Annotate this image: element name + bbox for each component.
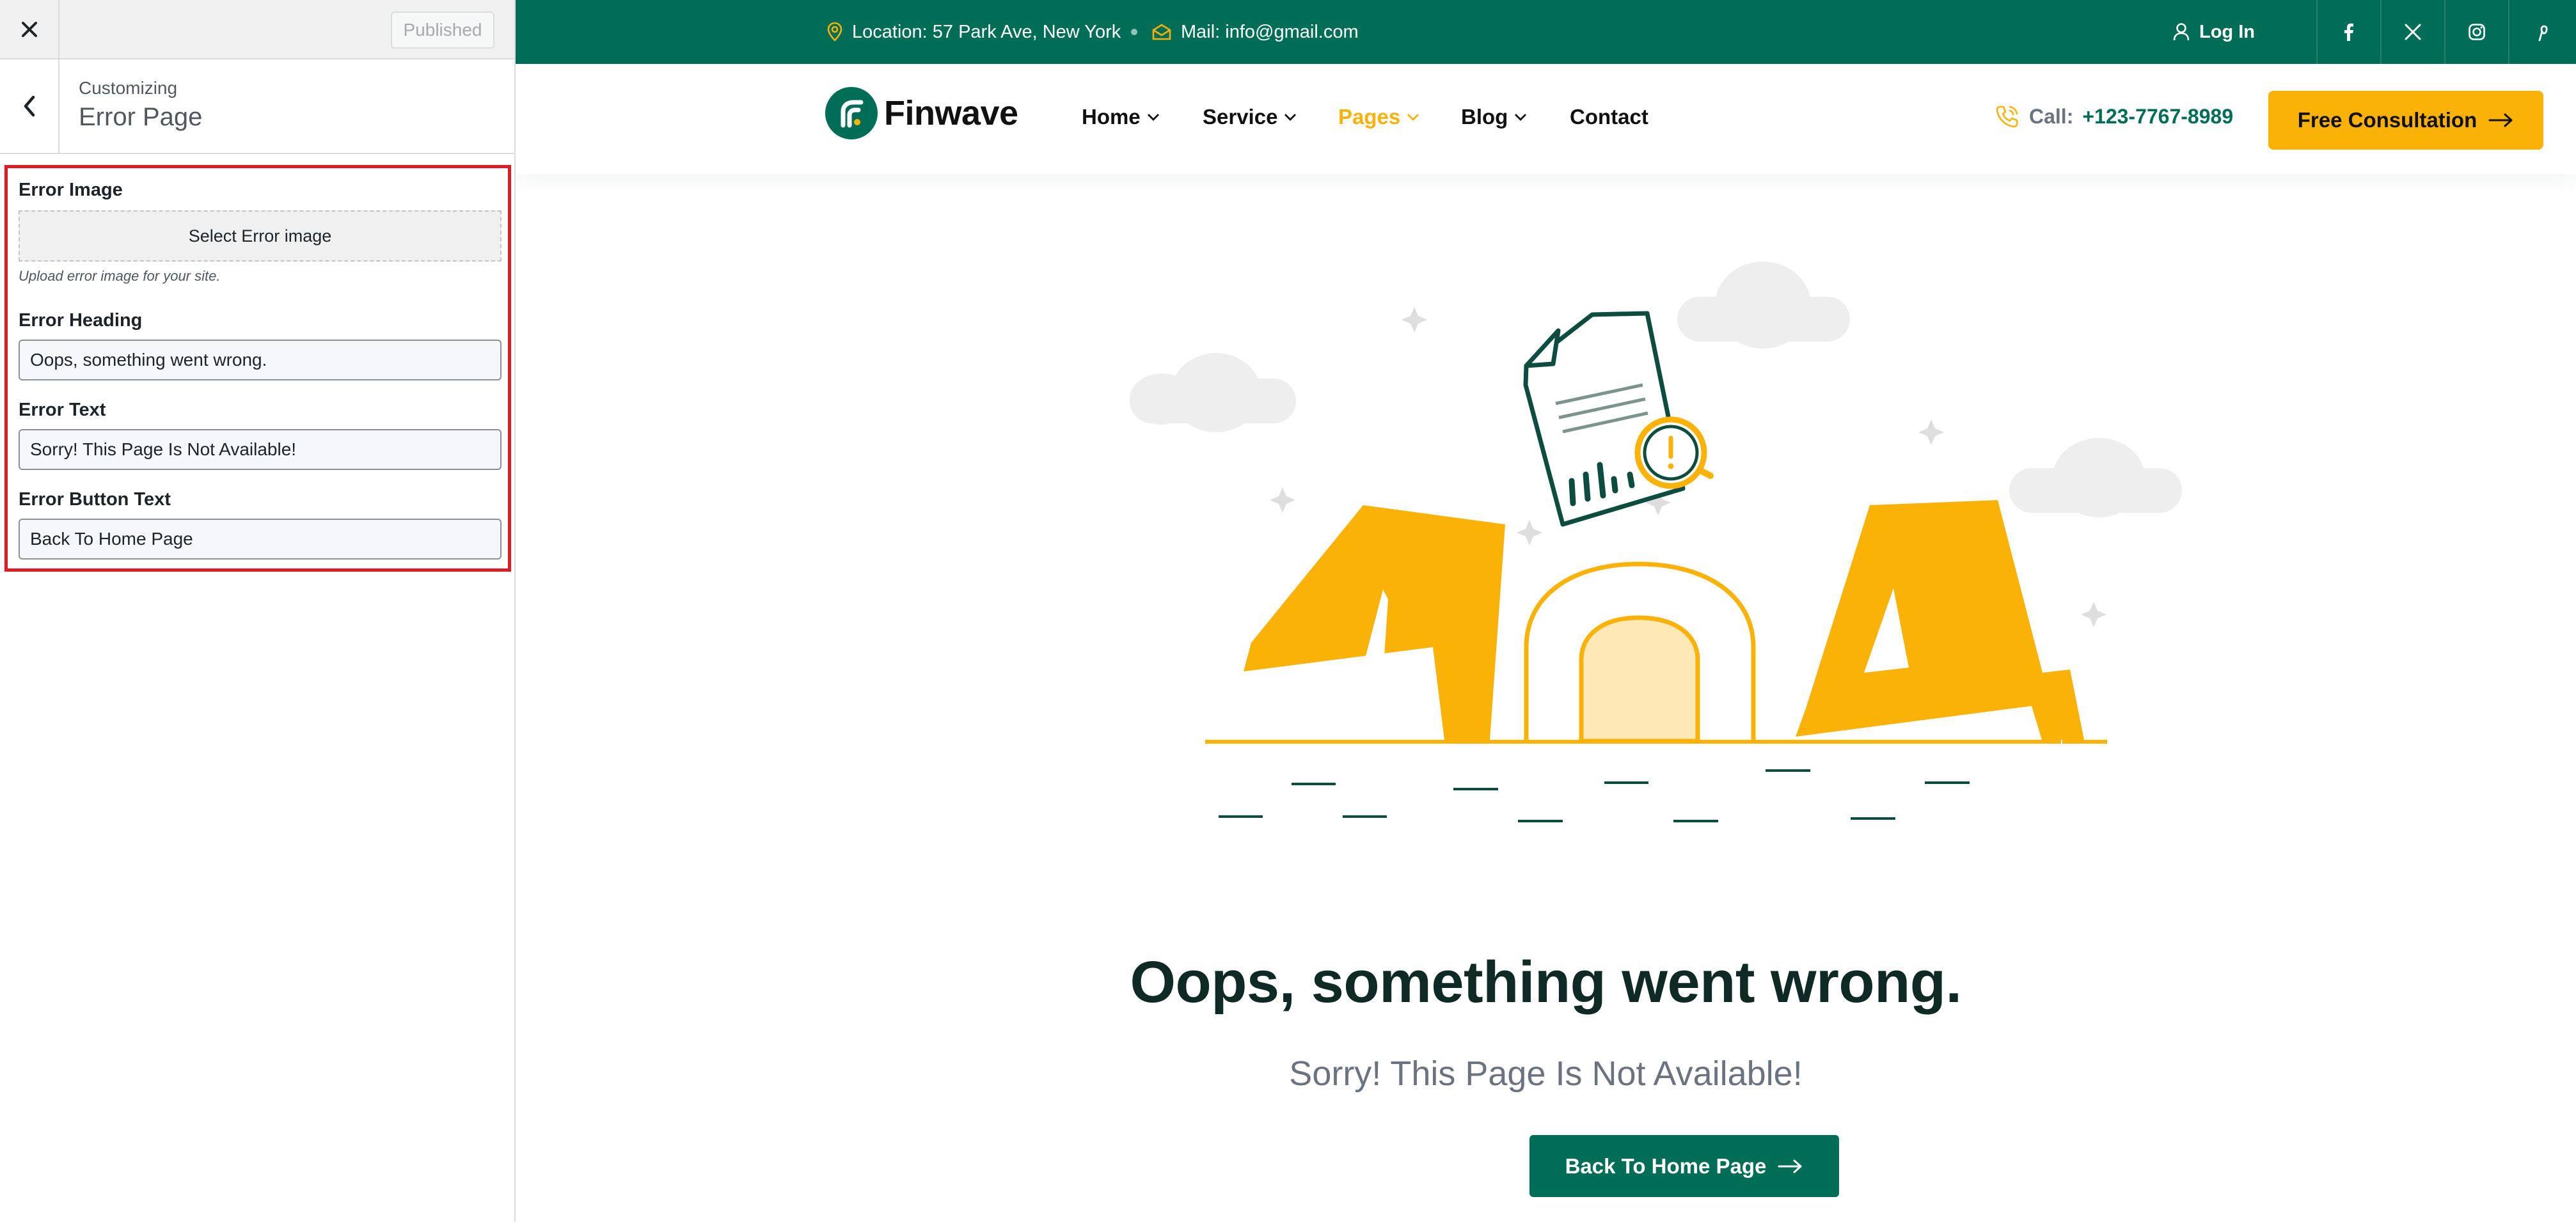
site-preview: Location: 57 Park Ave, New York Mail: in… (516, 0, 2576, 1222)
login-label: Log In (2199, 21, 2255, 42)
nav-blog[interactable]: Blog (1461, 105, 1527, 129)
nav-service-label: Service (1203, 105, 1278, 129)
arrow-right-icon (1778, 1159, 1802, 1173)
free-consultation-label: Free Consultation (2297, 108, 2477, 132)
instagram-icon (2469, 24, 2485, 40)
pinterest-icon (2538, 25, 2548, 42)
nav-pages-label: Pages (1338, 105, 1401, 129)
facebook-link[interactable] (2316, 0, 2380, 64)
nav-pages[interactable]: Pages (1338, 105, 1419, 129)
error-heading-input[interactable] (19, 340, 502, 380)
cloud-right (2009, 438, 2182, 517)
cloud-top-right (1677, 262, 1850, 349)
error-heading-label: Error Heading (19, 310, 143, 331)
nav-contact-label: Contact (1570, 105, 1648, 129)
customizer-sidebar: Published Customizing Error Page Error I… (0, 0, 516, 1222)
error-button-text-label: Error Button Text (19, 489, 171, 510)
arrow-right-icon (2488, 113, 2513, 127)
chevron-down-icon (1284, 114, 1297, 121)
nav-contact[interactable]: Contact (1570, 105, 1648, 129)
user-icon (2173, 23, 2190, 41)
logo-text: Finwave (884, 94, 1018, 132)
call-number: +123-7767-8989 (2082, 104, 2234, 128)
site-logo[interactable]: Finwave (825, 87, 1018, 139)
error-image-description: Upload error image for your site. (19, 268, 221, 284)
section-title: Error Page (79, 103, 203, 131)
call-info[interactable]: Call: +123-7767-8989 (1995, 104, 2233, 129)
ground-dashes (1219, 769, 1970, 822)
nav-home[interactable]: Home (1082, 105, 1160, 129)
digit-four-right (1796, 500, 2084, 740)
cloud-left (1130, 353, 1296, 432)
document-with-magnifier (1523, 311, 1714, 527)
back-to-home-label: Back To Home Page (1565, 1154, 1767, 1178)
error-text-label: Error Text (19, 400, 106, 420)
free-consultation-button[interactable]: Free Consultation (2268, 91, 2543, 150)
phone-icon (1996, 106, 2018, 128)
error-heading: Oops, something went wrong. (1130, 950, 1962, 1015)
nav-home-label: Home (1082, 105, 1141, 129)
location-info: Location: 57 Park Ave, New York (826, 0, 1121, 64)
separator-dot (1131, 29, 1137, 35)
map-pin-icon (827, 22, 842, 42)
error-text: Sorry! This Page Is Not Available! (1289, 1054, 1803, 1093)
finwave-logo-icon (825, 87, 878, 139)
instagram-link[interactable] (2444, 0, 2508, 64)
digit-four-left (1244, 505, 1505, 740)
login-link[interactable]: Log In (2172, 0, 2255, 64)
error-text-input[interactable] (19, 429, 502, 470)
close-icon (21, 21, 37, 37)
location-text: Location: 57 Park Ave, New York (852, 21, 1121, 42)
404-illustration (1130, 262, 2182, 822)
chevron-down-icon (1515, 114, 1527, 121)
mail-text: Mail: info@gmail.com (1181, 21, 1359, 42)
chevron-down-icon (1147, 114, 1159, 121)
error-image-label: Error Image (19, 180, 123, 200)
chevron-down-icon (1407, 114, 1419, 121)
published-button[interactable]: Published (391, 12, 494, 49)
mail-info[interactable]: Mail: info@gmail.com (1151, 0, 1359, 64)
error-page-settings-panel: Error Image Select Error image Upload er… (4, 165, 511, 572)
breadcrumb: Customizing (79, 78, 178, 98)
digit-zero-arch (1524, 561, 1756, 744)
nav-service[interactable]: Service (1203, 105, 1297, 129)
nav-blog-label: Blog (1461, 105, 1508, 129)
x-twitter-icon (2405, 24, 2421, 40)
call-label: Call: (2029, 104, 2074, 128)
x-twitter-link[interactable] (2380, 0, 2444, 64)
facebook-icon (2344, 23, 2353, 41)
select-error-image-button[interactable]: Select Error image (19, 210, 502, 262)
back-to-home-button[interactable]: Back To Home Page (1529, 1135, 1839, 1197)
close-customizer-button[interactable] (0, 0, 59, 58)
section-header: Customizing Error Page (0, 59, 514, 154)
chevron-left-icon (24, 95, 35, 117)
site-header: Finwave Home Service Pages Blog Contact … (516, 64, 2576, 174)
top-bar: Location: 57 Park Ave, New York Mail: in… (516, 0, 2576, 64)
customizer-header-bar: Published (0, 0, 514, 59)
error-button-text-input[interactable] (19, 519, 502, 560)
pinterest-link[interactable] (2508, 0, 2576, 64)
mail-icon (1152, 24, 1171, 40)
back-button[interactable] (0, 59, 59, 153)
